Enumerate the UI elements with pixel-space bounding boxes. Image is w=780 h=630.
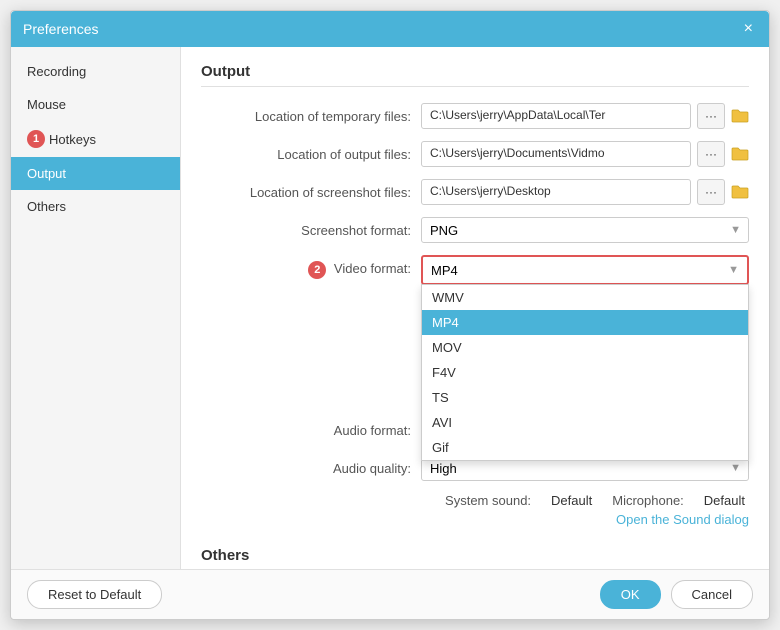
audio-quality-label: Audio quality: xyxy=(201,461,411,476)
output-files-dots-button[interactable]: ··· xyxy=(697,141,725,167)
screenshot-files-path: C:\Users\jerry\Desktop xyxy=(421,179,691,205)
output-files-folder-button[interactable] xyxy=(731,141,749,167)
temp-files-dots-button[interactable]: ··· xyxy=(697,103,725,129)
step2-badge: 2 xyxy=(308,261,326,279)
audio-format-label: Audio format: xyxy=(201,423,411,438)
system-sound-row: System sound: Default Microphone: Defaul… xyxy=(201,493,749,508)
video-format-label: 2 Video format: xyxy=(201,261,411,279)
output-files-control: C:\Users\jerry\Documents\Vidmo ··· xyxy=(421,141,749,167)
sidebar-item-hotkeys[interactable]: 1 Hotkeys xyxy=(11,121,180,157)
temp-files-label: Location of temporary files: xyxy=(201,109,411,124)
dropdown-item-gif[interactable]: Gif xyxy=(422,435,748,460)
screenshot-format-select[interactable]: PNG JPG BMP xyxy=(421,217,749,243)
microphone-label: Microphone: xyxy=(612,493,684,508)
dropdown-item-ts[interactable]: TS xyxy=(422,385,748,410)
output-files-row: Location of output files: C:\Users\jerry… xyxy=(201,141,749,167)
hotkeys-badge: 1 xyxy=(27,130,45,148)
dropdown-item-mov[interactable]: MOV xyxy=(422,335,748,360)
sidebar-label-hotkeys: Hotkeys xyxy=(49,132,96,147)
ok-button[interactable]: OK xyxy=(600,580,661,609)
output-files-label: Location of output files: xyxy=(201,147,411,162)
screenshot-format-control: PNG JPG BMP ▼ xyxy=(421,217,749,243)
sidebar-item-mouse[interactable]: Mouse xyxy=(11,88,180,121)
microphone-value: Default xyxy=(704,493,745,508)
screenshot-files-dots-button[interactable]: ··· xyxy=(697,179,725,205)
footer: Reset to Default OK Cancel xyxy=(11,569,769,619)
sidebar-label-recording: Recording xyxy=(27,64,86,79)
screenshot-files-label: Location of screenshot files: xyxy=(201,185,411,200)
dialog-title: Preferences xyxy=(23,21,98,37)
others-section: Others xyxy=(201,547,749,569)
system-sound-value: Default xyxy=(551,493,592,508)
main-content: Output Location of temporary files: C:\U… xyxy=(181,47,769,569)
sidebar-item-others[interactable]: Others xyxy=(11,190,180,223)
video-format-select-wrapper: MP4 ▼ WMV MP4 MOV F4V TS AVI Gif xyxy=(421,255,749,285)
screenshot-files-row: Location of screenshot files: C:\Users\j… xyxy=(201,179,749,205)
sidebar-label-mouse: Mouse xyxy=(27,97,66,112)
temp-files-folder-button[interactable] xyxy=(731,103,749,129)
titlebar: Preferences × xyxy=(11,11,769,47)
others-section-title: Others xyxy=(201,547,749,569)
sidebar: Recording Mouse 1 Hotkeys Output Others xyxy=(11,47,181,569)
dropdown-item-f4v[interactable]: F4V xyxy=(422,360,748,385)
dropdown-item-avi[interactable]: AVI xyxy=(422,410,748,435)
temp-files-path: C:\Users\jerry\AppData\Local\Ter xyxy=(421,103,691,129)
output-section-title: Output xyxy=(201,63,749,87)
sidebar-label-output: Output xyxy=(27,166,66,181)
screenshot-files-folder-button[interactable] xyxy=(731,179,749,205)
video-format-dropdown: WMV MP4 MOV F4V TS AVI Gif xyxy=(421,284,749,461)
open-sound-link[interactable]: Open the Sound dialog xyxy=(201,512,749,527)
preferences-dialog: Preferences × Recording Mouse 1 Hotkeys … xyxy=(10,10,770,620)
sidebar-label-others: Others xyxy=(27,199,66,214)
reset-to-default-button[interactable]: Reset to Default xyxy=(27,580,162,609)
sidebar-item-recording[interactable]: Recording xyxy=(11,55,180,88)
sidebar-item-output[interactable]: Output xyxy=(11,157,180,190)
dropdown-item-mp4[interactable]: MP4 xyxy=(422,310,748,335)
temp-files-control: C:\Users\jerry\AppData\Local\Ter ··· xyxy=(421,103,749,129)
footer-right-buttons: OK Cancel xyxy=(600,580,753,609)
screenshot-format-select-container: PNG JPG BMP ▼ xyxy=(421,217,749,243)
output-files-path: C:\Users\jerry\Documents\Vidmo xyxy=(421,141,691,167)
video-format-row: 2 Video format: MP4 ▼ WMV MP4 MOV F4V TS xyxy=(201,255,749,285)
content-area: Recording Mouse 1 Hotkeys Output Others … xyxy=(11,47,769,569)
screenshot-files-control: C:\Users\jerry\Desktop ··· xyxy=(421,179,749,205)
cancel-button[interactable]: Cancel xyxy=(671,580,753,609)
video-format-display[interactable]: MP4 xyxy=(423,257,747,283)
screenshot-format-label: Screenshot format: xyxy=(201,223,411,238)
close-button[interactable]: × xyxy=(740,19,757,39)
temp-files-row: Location of temporary files: C:\Users\je… xyxy=(201,103,749,129)
video-format-control: MP4 ▼ WMV MP4 MOV F4V TS AVI Gif xyxy=(421,255,749,285)
screenshot-format-row: Screenshot format: PNG JPG BMP ▼ xyxy=(201,217,749,243)
system-sound-label: System sound: xyxy=(445,493,531,508)
dropdown-item-wmv[interactable]: WMV xyxy=(422,285,748,310)
